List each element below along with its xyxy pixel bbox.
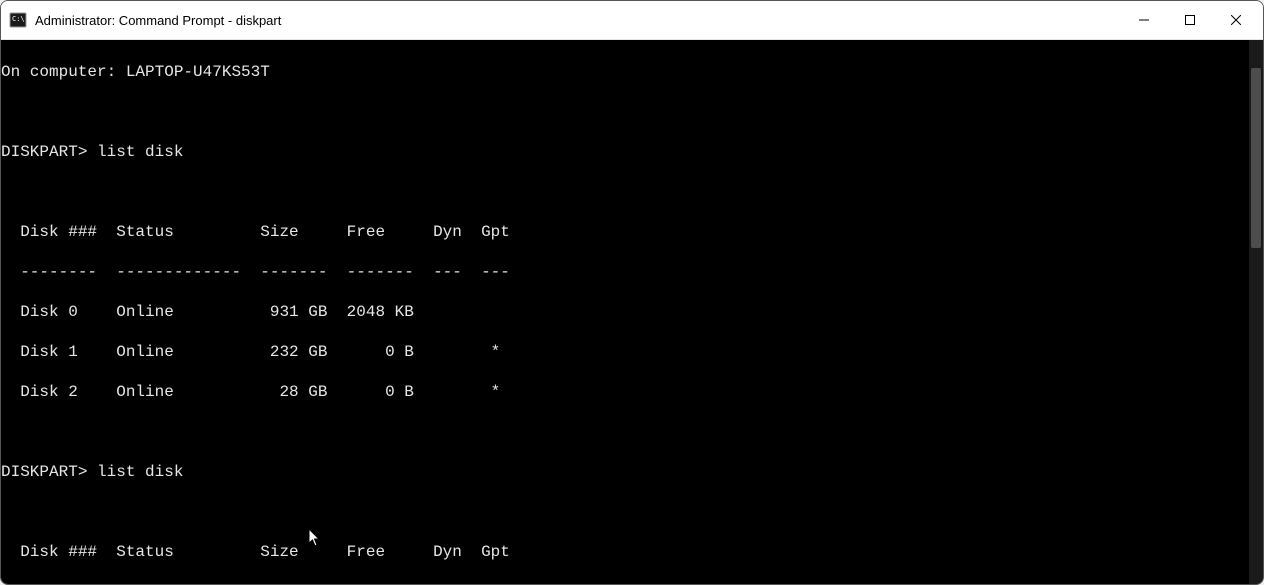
command-text: list disk <box>97 463 183 481</box>
table-header: Disk ### Status Size Free Dyn Gpt <box>1 222 1245 242</box>
maximize-button[interactable] <box>1167 1 1213 39</box>
table-row: Disk 2 Online 28 GB 0 B * <box>1 382 1245 402</box>
svg-text:C:\: C:\ <box>12 15 25 23</box>
terminal-output: On computer: LAPTOP-U47KS53T DISKPART> l… <box>1 40 1249 584</box>
table-row: Disk 0 Online 931 GB 2048 KB <box>1 302 1245 322</box>
cmd-icon: C:\ <box>9 11 27 29</box>
window-title: Administrator: Command Prompt - diskpart <box>35 13 1121 28</box>
close-button[interactable] <box>1213 1 1259 39</box>
scrollbar-thumb[interactable] <box>1251 68 1261 248</box>
terminal-area[interactable]: On computer: LAPTOP-U47KS53T DISKPART> l… <box>1 40 1263 584</box>
command-text: list disk <box>97 143 183 161</box>
prompt-line: DISKPART> list disk <box>1 462 1245 482</box>
table-divider: -------- ------------- ------- ------- -… <box>1 262 1245 282</box>
computer-line: On computer: LAPTOP-U47KS53T <box>1 62 1245 82</box>
scrollbar-track[interactable] <box>1249 40 1263 584</box>
prompt: DISKPART> <box>1 143 87 161</box>
minimize-button[interactable] <box>1121 1 1167 39</box>
table-divider: -------- ------------- ------- ------- -… <box>1 582 1245 584</box>
prompt-line: DISKPART> list disk <box>1 142 1245 162</box>
table-header: Disk ### Status Size Free Dyn Gpt <box>1 542 1245 562</box>
window-controls <box>1121 1 1259 39</box>
app-window: C:\ Administrator: Command Prompt - disk… <box>0 0 1264 585</box>
titlebar: C:\ Administrator: Command Prompt - disk… <box>1 1 1263 40</box>
prompt: DISKPART> <box>1 463 87 481</box>
table-row: Disk 1 Online 232 GB 0 B * <box>1 342 1245 362</box>
